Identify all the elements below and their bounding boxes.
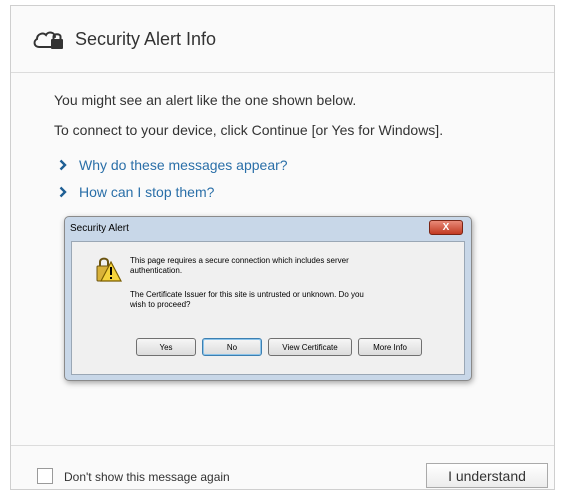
example-dialog-client: This page requires a secure connection w… <box>71 241 465 375</box>
how-stop-link[interactable]: How can I stop them? <box>59 184 214 200</box>
header-divider <box>11 72 554 73</box>
example-no-button: No <box>202 338 262 356</box>
dialog-header: Security Alert Info <box>11 6 554 72</box>
why-messages-link[interactable]: Why do these messages appear? <box>59 157 288 173</box>
example-more-info-button: More Info <box>358 338 422 356</box>
example-message-1: This page requires a secure connection w… <box>130 256 349 275</box>
chevron-right-icon <box>59 159 67 171</box>
dialog-title: Security Alert Info <box>75 28 217 49</box>
i-understand-button[interactable]: I understand <box>426 463 548 488</box>
security-alert-info-dialog: Security Alert Info You might see an ale… <box>10 5 555 490</box>
cloud-lock-icon <box>33 31 63 49</box>
chevron-right-icon <box>59 186 67 198</box>
example-button-row: Yes No View Certificate More Info <box>136 338 422 356</box>
dont-show-again-label: Don't show this message again <box>64 470 230 484</box>
why-messages-link-label: Why do these messages appear? <box>79 157 288 173</box>
example-close-button: X <box>429 220 463 235</box>
warning-lock-icon <box>96 257 122 282</box>
dont-show-again-checkbox[interactable] <box>37 468 53 484</box>
footer-divider <box>11 445 554 446</box>
example-view-certificate-button: View Certificate <box>268 338 352 356</box>
example-yes-button: Yes <box>136 338 196 356</box>
info-line-2: To connect to your device, click Continu… <box>54 122 444 138</box>
info-line-1: You might see an alert like the one show… <box>54 92 357 108</box>
example-security-alert-image: Security Alert X This page requires a se… <box>64 216 472 381</box>
example-dialog-title: Security Alert <box>70 223 129 234</box>
example-message-2: The Certificate Issuer for this site is … <box>130 290 364 309</box>
how-stop-link-label: How can I stop them? <box>79 184 215 200</box>
